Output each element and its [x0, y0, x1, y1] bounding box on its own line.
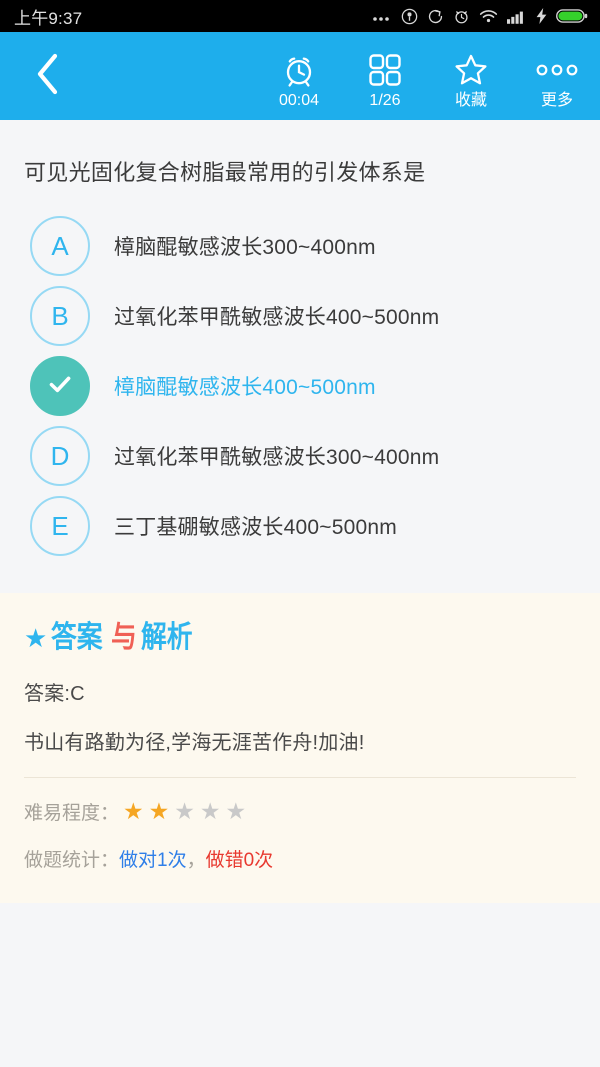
difficulty-star-4: ★	[199, 798, 221, 824]
option-text-b: 过氧化苯甲酰敏感波长400~500nm	[114, 306, 440, 329]
option-key-d: D	[50, 440, 70, 471]
question-text: 可见光固化复合树脂最常用的引发体系是	[24, 160, 426, 185]
battery-icon	[556, 8, 588, 24]
grid-icon	[368, 50, 402, 90]
option-bubble-e[interactable]: E	[30, 496, 90, 556]
timer-label: 00:04	[278, 91, 320, 109]
option-text-c: 樟脑醌敏感波长400~500nm	[114, 376, 376, 399]
more-action[interactable]: 更多	[514, 32, 600, 120]
option-bubble-c-selected[interactable]	[30, 356, 90, 416]
option-key-e: E	[51, 510, 69, 541]
header-action-group: 00:04 1/26 收藏 更多	[256, 32, 600, 120]
option-text-d: 过氧化苯甲酰敏感波长300~400nm	[114, 446, 440, 469]
option-bubble-b[interactable]: B	[30, 286, 90, 346]
more-dots-icon	[535, 50, 579, 90]
option-row-d[interactable]: D 过氧化苯甲酰敏感波长300~400nm	[0, 421, 600, 491]
alarm-clock-icon	[281, 50, 317, 90]
statistics-correct: 做对1次	[119, 850, 187, 871]
answer-value: 答案:C	[24, 683, 85, 705]
question-index-action[interactable]: 1/26	[342, 32, 428, 120]
charging-bolt-icon	[536, 8, 547, 24]
statistics-wrong: 做错0次	[205, 850, 274, 871]
answer-title-part1: 答案	[51, 620, 103, 655]
status-icon-group	[372, 8, 588, 25]
app-screen: 上午9:37 00:04 1/26 收藏 更多 可见光固化复合树脂最常用的引发体…	[0, 0, 600, 1067]
alarm-clock-icon	[453, 8, 470, 25]
answer-analysis-panel: ★ 答案 与 解析 答案:C 书山有路勤为径,学海无涯苦作舟!加油! 难易程度：…	[0, 593, 600, 903]
option-row-a[interactable]: A 樟脑醌敏感波长300~400nm	[0, 211, 600, 281]
chevron-left-icon	[33, 51, 63, 102]
timer-action[interactable]: 00:04	[256, 32, 342, 120]
answer-panel-title: ★ 答案 与 解析	[24, 619, 576, 657]
ellipsis-icon	[372, 8, 392, 24]
question-index-label: 1/26	[369, 91, 401, 109]
status-time: 上午9:37	[14, 8, 83, 28]
star-bullet-icon: ★	[24, 623, 48, 653]
option-text-e: 三丁基硼敏感波长400~500nm	[114, 516, 397, 539]
difficulty-star-1: ★	[123, 798, 144, 824]
option-list: A 樟脑醌敏感波长300~400nm B 过氧化苯甲酰敏感波长400~500nm…	[0, 189, 600, 561]
statistics-row: 做题统计： 做对1次 ， 做错0次	[24, 845, 576, 872]
option-row-e[interactable]: E 三丁基硼敏感波长400~500nm	[0, 491, 600, 561]
answer-title-part2: 与	[111, 620, 138, 655]
check-icon	[44, 368, 76, 405]
star-outline-icon	[453, 50, 489, 90]
option-bubble-a[interactable]: A	[30, 216, 90, 276]
back-button[interactable]	[0, 32, 96, 120]
statistics-label: 做题统计：	[24, 850, 120, 871]
option-text-a: 樟脑醌敏感波长300~400nm	[114, 236, 376, 259]
app-header: 00:04 1/26 收藏 更多	[0, 32, 600, 120]
panel-divider	[24, 777, 576, 778]
favorite-action[interactable]: 收藏	[428, 32, 514, 120]
sync-circle-icon	[427, 8, 444, 25]
more-label: 更多	[540, 91, 573, 109]
statistics-separator: ，	[186, 850, 206, 871]
option-key-a: A	[51, 230, 69, 261]
difficulty-star-2: ★	[148, 798, 170, 824]
difficulty-row: 难易程度： ★ ★ ★ ★ ★	[24, 798, 576, 825]
option-bubble-d[interactable]: D	[30, 426, 90, 486]
answer-title-part3: 解析	[141, 620, 193, 655]
option-key-b: B	[51, 300, 69, 331]
location-circle-icon	[401, 8, 418, 25]
difficulty-star-5: ★	[225, 798, 247, 824]
difficulty-label: 难易程度：	[24, 803, 120, 824]
option-row-c[interactable]: 樟脑醌敏感波长400~500nm	[0, 351, 600, 421]
status-bar: 上午9:37	[0, 0, 600, 32]
wifi-icon	[479, 9, 498, 24]
difficulty-stars: ★ ★ ★ ★ ★	[123, 800, 246, 823]
option-row-b[interactable]: B 过氧化苯甲酰敏感波长400~500nm	[0, 281, 600, 351]
difficulty-star-3: ★	[174, 798, 195, 824]
encouragement-text: 书山有路勤为径,学海无涯苦作舟!加油!	[24, 732, 365, 754]
favorite-label: 收藏	[454, 91, 487, 109]
signal-bars-icon	[507, 9, 527, 24]
